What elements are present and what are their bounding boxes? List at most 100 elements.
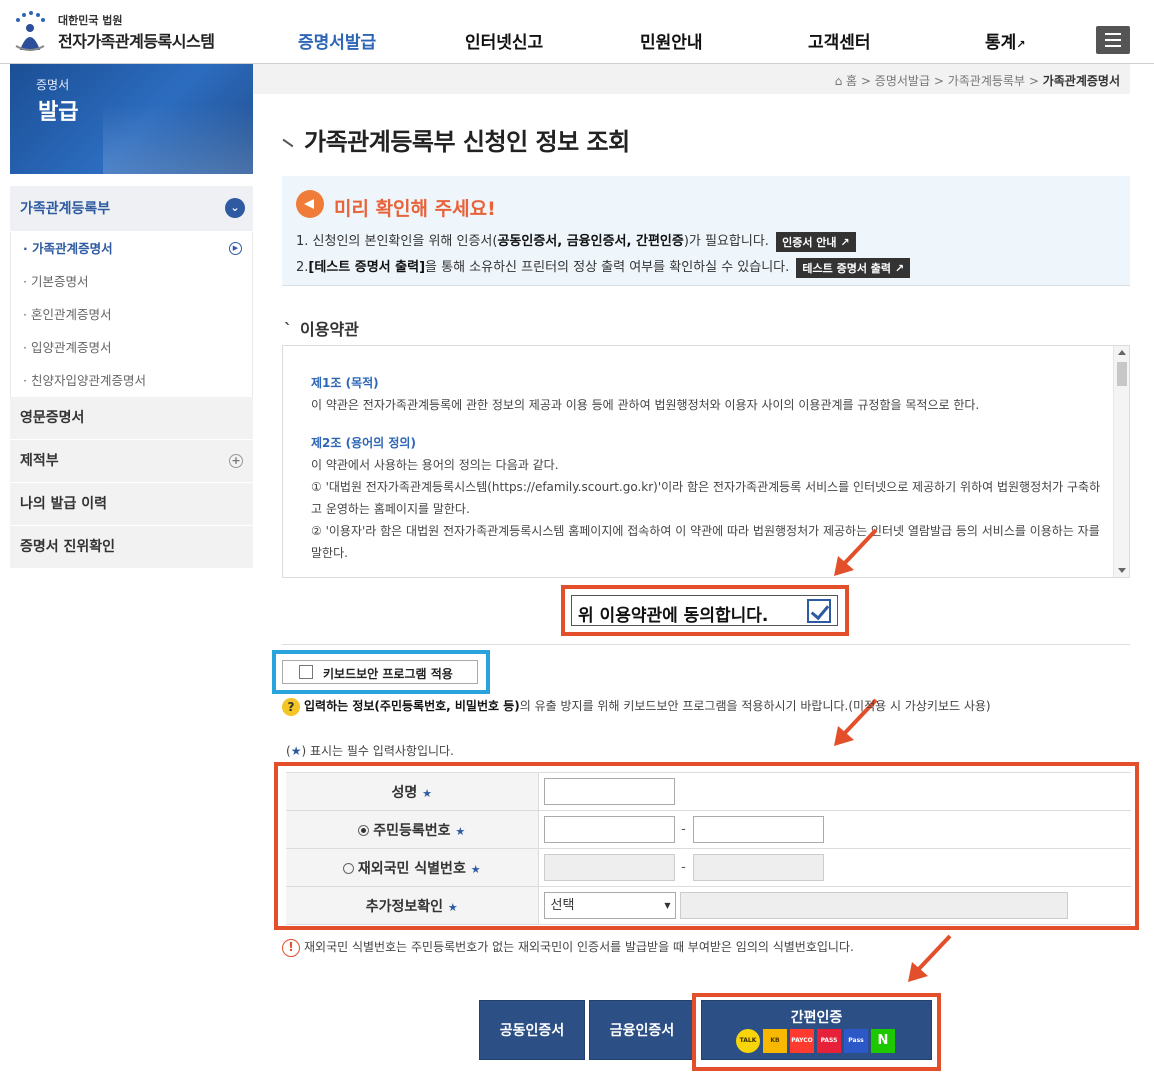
cert-guide-button[interactable]: 인증서 안내 ↗ (776, 231, 856, 252)
scroll-down-icon[interactable] (1118, 568, 1126, 573)
foreign-id-radio[interactable] (342, 863, 354, 874)
sidebar-item-label: 제적부 (20, 453, 59, 469)
nav-customer-center[interactable]: 고객센터 (808, 28, 871, 53)
banner-line2: 발급 (38, 99, 79, 125)
rrn-label[interactable]: 주민등록번호 ★ (286, 810, 538, 849)
scroll-thumb[interactable] (1117, 362, 1127, 386)
keyboard-security-checkbox[interactable] (299, 665, 313, 679)
help-text: 의 유출 방지를 위해 키보드보안 프로그램을 적용하시기 바랍니다.(미적용 … (519, 699, 991, 713)
breadcrumb-level1[interactable]: 증명서발급 (875, 74, 930, 88)
agree-checkbox-row[interactable]: 위 이용약관에 동의합니다. (571, 595, 838, 626)
foreign-id-front-input (543, 854, 675, 881)
foreign-id-label[interactable]: 재외국민 식별번호 ★ (286, 848, 538, 887)
required-star-icon: ★ (290, 744, 302, 758)
required-star-icon: ★ (447, 900, 458, 914)
banner-line1: 증명서 (36, 78, 70, 92)
notice-box: 미리 확인해 주세요! 1. 신청인의 본인확인을 위해 인증서(공동인증서, … (282, 176, 1130, 286)
divider (282, 644, 1130, 645)
test-print-button[interactable]: 테스트 증명서 출력 ↗ (796, 257, 911, 278)
kakaotalk-icon: TALK (736, 1029, 760, 1053)
extra-info-select[interactable]: 선택 (543, 892, 676, 919)
nav-civil-guide[interactable]: 민원안내 (640, 28, 703, 53)
terms-article-body: 이 약관에서 사용하는 용어의 정의는 다음과 같다. (311, 458, 559, 472)
site-header: 대한민국 법원 전자가족관계등록시스템 증명서발급 인터넷신고 민원안내 고객센… (0, 0, 1154, 64)
keyboard-security-toggle[interactable]: 키보드보안 프로그램 적용 (282, 660, 478, 684)
notice-text: )가 필요합니다. (683, 234, 769, 249)
home-icon[interactable]: ⌂ (835, 74, 843, 88)
annotation-arrow-icon (908, 934, 952, 982)
extra-info-label: 추가정보확인 ★ (286, 886, 538, 925)
exclamation-icon: ! (282, 938, 300, 957)
warning-text: 재외국민 식별번호는 주민등록번호가 없는 재외국민이 인증서를 발급받을 때 … (304, 940, 854, 954)
sidebar-subitem-adoption-cert[interactable]: · 입양관계증명서 (11, 331, 252, 364)
sidebar-subitem-family-cert[interactable]: · 가족관계증명서 ▶ (11, 232, 252, 265)
hamburger-menu-icon[interactable] (1096, 26, 1130, 54)
sidebar-item-english-cert[interactable]: 영문증명서 (10, 397, 253, 440)
main-nav: 증명서발급 인터넷신고 민원안내 고객센터 통계↗ (250, 0, 1070, 64)
sidebar-item-my-history[interactable]: 나의 발급 이력 (10, 483, 253, 526)
breadcrumb-level2[interactable]: 가족관계등록부 (948, 74, 1025, 88)
sidebar-subitem-basic-cert[interactable]: · 기본증명서 (11, 265, 252, 298)
banner-books-image (103, 104, 253, 174)
terms-content: 제1조 (목적) 이 약관은 전자가족관계등록에 관한 정보의 제공과 이용 등… (311, 372, 1101, 564)
plus-circle-icon: + (229, 454, 243, 468)
rrn-front-input[interactable] (543, 816, 675, 843)
payco-icon: PAYCO (790, 1029, 814, 1053)
breadcrumb-home[interactable]: 홈 (846, 74, 857, 88)
label-text: 주민등록번호 (373, 822, 451, 839)
finance-cert-button[interactable]: 금융인증서 (589, 1000, 695, 1060)
keyboard-security-highlight: 키보드보안 프로그램 적용 (272, 650, 490, 694)
form-row-extra-info: 추가정보확인 ★ 선택 (286, 886, 1131, 925)
external-link-icon: ↗ (1016, 38, 1026, 51)
notice-text: 2. (296, 260, 309, 275)
nav-statistics[interactable]: 통계↗ (985, 28, 1026, 53)
sidebar-item-label: 증명서 진위확인 (20, 539, 116, 555)
simple-auth-button[interactable]: 간편인증 TALK KB PAYCO PASS Pass N (701, 1000, 932, 1060)
sidebar-nav: 가족관계등록부 ⌄ · 가족관계증명서 ▶ · 기본증명서 · 혼인관계증명서 … (10, 186, 253, 569)
name-input[interactable] (543, 778, 675, 805)
breadcrumb-sep: > (933, 74, 944, 88)
breadcrumb: ⌂ 홈 > 증명서발급 > 가족관계등록부 > 가족관계증명서 (253, 64, 1130, 94)
form-row-foreign-id: 재외국민 식별번호 ★ - (286, 848, 1131, 887)
simple-auth-highlight: 간편인증 TALK KB PAYCO PASS Pass N (692, 993, 941, 1071)
kb-bank-icon: KB (763, 1029, 787, 1053)
help-bold: 입력하는 정보(주민등록번호, 비밀번호 등) (304, 699, 520, 713)
sidebar-item-label: 영문증명서 (20, 410, 85, 426)
rrn-radio[interactable] (358, 825, 370, 836)
dash-text: - (681, 860, 686, 875)
rrn-back-input[interactable] (692, 816, 824, 843)
sidebar-item-label: 가족관계등록부 (20, 201, 111, 217)
sidebar-subitem-marriage-cert[interactable]: · 혼인관계증명서 (11, 298, 252, 331)
breadcrumb-current: 가족관계증명서 (1042, 74, 1120, 88)
logo-subtitle: 대한민국 법원 (58, 14, 123, 27)
sidebar-banner: 증명서 발급 (10, 64, 253, 174)
site-logo[interactable]: 대한민국 법원 전자가족관계등록시스템 (10, 8, 230, 56)
megaphone-icon (296, 190, 324, 218)
nav-certificate[interactable]: 증명서발급 (298, 28, 376, 53)
scroll-up-icon[interactable] (1118, 350, 1126, 355)
notice-line-2: 2.[테스트 증명서 출력]을 통해 소유하신 프린터의 정상 출력 여부를 확… (296, 256, 911, 278)
annotation-arrow-icon (834, 528, 878, 576)
foreign-id-back-input (692, 854, 824, 881)
sidebar-subitem-full-adoption-cert[interactable]: · 친양자입양관계증명서 (11, 364, 252, 397)
terms-article-item: ② '이용자'라 함은 대법원 전자가족관계등록시스템 홈페이지에 접속하여 이… (311, 524, 1100, 560)
breadcrumb-sep: > (860, 74, 871, 88)
sidebar-item-family-register[interactable]: 가족관계등록부 ⌄ (10, 186, 253, 232)
question-icon: ? (282, 697, 300, 716)
form-row-rrn: 주민등록번호 ★ - (286, 810, 1131, 849)
sidebar-item-verify[interactable]: 증명서 진위확인 (10, 526, 253, 569)
nav-internet-report[interactable]: 인터넷신고 (465, 28, 543, 53)
pass-icon: PASS (817, 1029, 841, 1053)
logo-title: 전자가족관계등록시스템 (58, 32, 215, 51)
terms-scroll-box[interactable]: 제1조 (목적) 이 약관은 전자가족관계등록에 관한 정보의 제공과 이용 등… (282, 345, 1130, 578)
common-cert-button[interactable]: 공동인증서 (479, 1000, 585, 1060)
foreign-id-warning: ! 재외국민 식별번호는 주민등록번호가 없는 재외국민이 인증서를 발급받을 때… (282, 938, 854, 957)
label-text: 성명 (391, 784, 418, 801)
terms-scrollbar[interactable] (1113, 346, 1129, 577)
sidebar-item-removal-register[interactable]: 제적부 + (10, 440, 253, 483)
agree-checkbox[interactable] (807, 599, 831, 623)
label-text: 재외국민 식별번호 (357, 860, 466, 877)
notice-line-1: 1. 신청인의 본인확인을 위해 인증서(공동인증서, 금융인증서, 간편인증)… (296, 230, 856, 252)
chevron-down-icon: ⌄ (225, 198, 245, 218)
notice-text: 을 통해 소유하신 프린터의 정상 출력 여부를 확인하실 수 있습니다. (425, 260, 790, 275)
